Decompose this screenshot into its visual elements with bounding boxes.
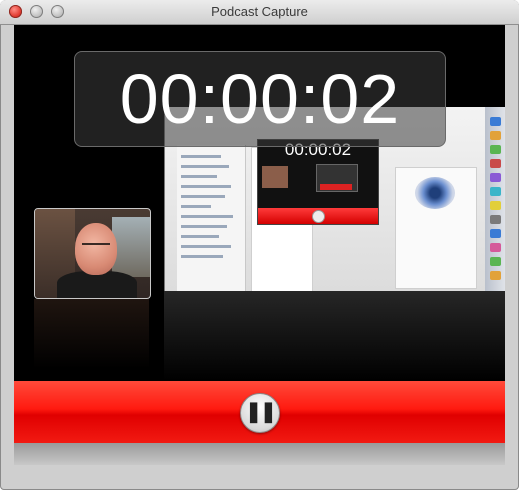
window-title: Podcast Capture — [211, 4, 308, 19]
pause-button[interactable]: ❚❚ — [240, 393, 280, 433]
elapsed-time: 00:00:02 — [119, 60, 401, 138]
captured-dock — [485, 107, 505, 291]
control-bar: ❚❚ — [14, 381, 505, 443]
pause-icon: ❚❚ — [245, 401, 277, 423]
timer-panel: 00:00:02 — [74, 51, 446, 147]
nested-capture-window: 00:00:02 — [257, 139, 379, 225]
bottom-strip — [14, 443, 505, 465]
nested-webcam — [262, 166, 288, 188]
screen-reflection — [164, 291, 505, 381]
title-bar: Podcast Capture — [0, 0, 519, 25]
recording-preview: 00:00:02 00:00:02 — [14, 25, 505, 381]
webcam-preview — [34, 208, 151, 299]
webcam-reflection — [34, 299, 149, 369]
nested-control-bar — [258, 208, 378, 224]
nested-pause-icon — [312, 210, 325, 223]
podcast-capture-window: Podcast Capture 00:00:02 00:00:02 ❚❚ — [0, 0, 519, 490]
captured-sidebar — [177, 145, 246, 291]
app-icon — [415, 177, 455, 209]
